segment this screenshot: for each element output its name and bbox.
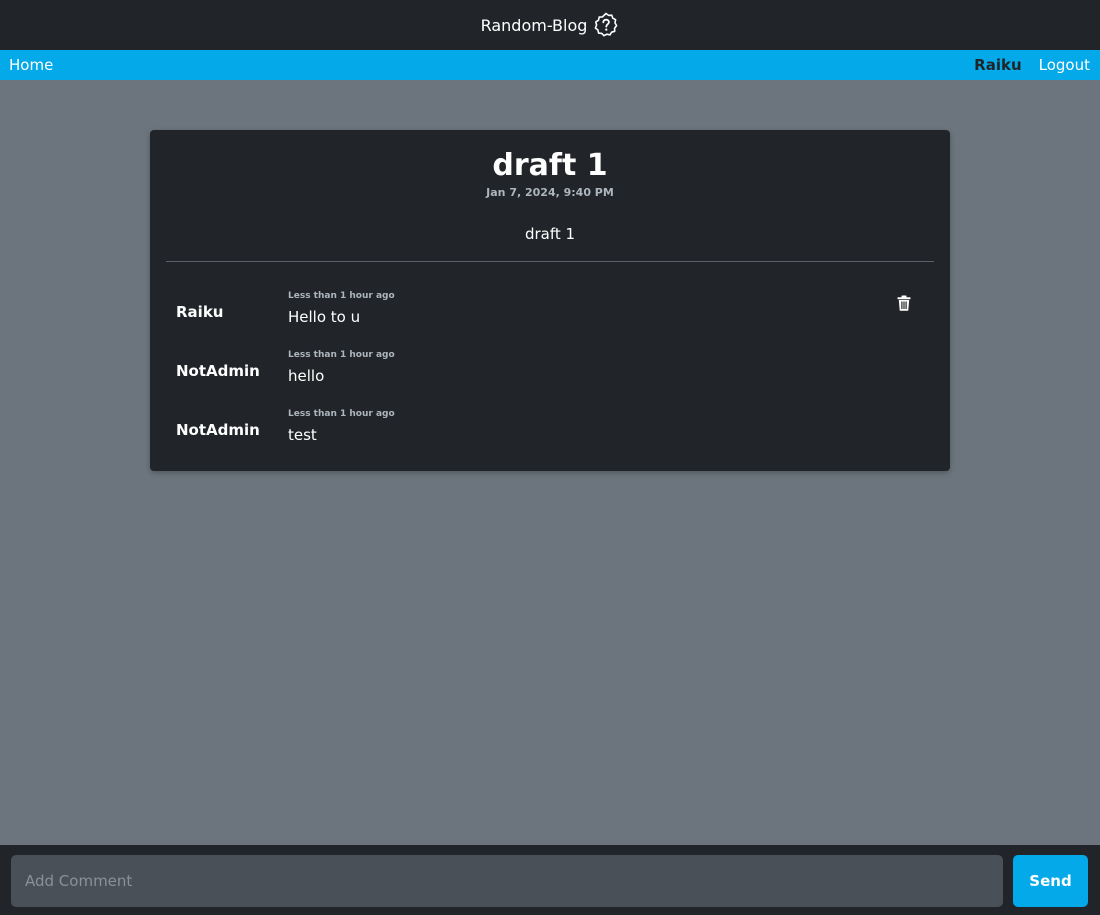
comment-author[interactable]: Raiku [176, 303, 223, 321]
post-body: draft 1 [524, 225, 576, 243]
comment-time: Less than 1 hour ago [288, 350, 395, 360]
comment-input[interactable] [11, 855, 1003, 907]
post-card: draft 1 Jan 7, 2024, 9:40 PM draft 1 Rai… [150, 130, 950, 471]
comment-time: Less than 1 hour ago [288, 409, 395, 419]
comment-time: Less than 1 hour ago [288, 291, 395, 301]
top-header: Random-Blog [0, 0, 1100, 50]
question-badge-icon [595, 12, 618, 37]
comment-composer: Send [0, 845, 1100, 915]
brand[interactable]: Random-Blog [481, 12, 620, 38]
logout-link[interactable]: Logout [1039, 56, 1090, 74]
comment-text: hello [288, 367, 325, 385]
comment-item: NotAdmin Less than 1 hour ago test [150, 409, 950, 459]
app: Random-Blog Home Raiku Logout draft 1 Ja… [0, 0, 1100, 915]
trash-icon[interactable] [897, 295, 911, 311]
home-link[interactable]: Home [9, 56, 53, 74]
nav-bar: Home Raiku Logout [0, 50, 1100, 80]
comment-item: Raiku Less than 1 hour ago Hello to u [150, 291, 950, 341]
user-link[interactable]: Raiku [974, 56, 1021, 74]
brand-title: Random-Blog [480, 15, 588, 35]
send-button[interactable]: Send [1013, 855, 1088, 907]
comment-author[interactable]: NotAdmin [176, 421, 260, 439]
post-date: Jan 7, 2024, 9:40 PM [486, 186, 614, 199]
divider [166, 261, 934, 262]
comment-item: NotAdmin Less than 1 hour ago hello [150, 350, 950, 400]
nav-right: Raiku Logout [974, 56, 1090, 74]
comment-author[interactable]: NotAdmin [176, 362, 260, 380]
comment-text: Hello to u [288, 308, 361, 326]
comment-text: test [288, 426, 317, 444]
post-title: draft 1 [492, 148, 608, 183]
